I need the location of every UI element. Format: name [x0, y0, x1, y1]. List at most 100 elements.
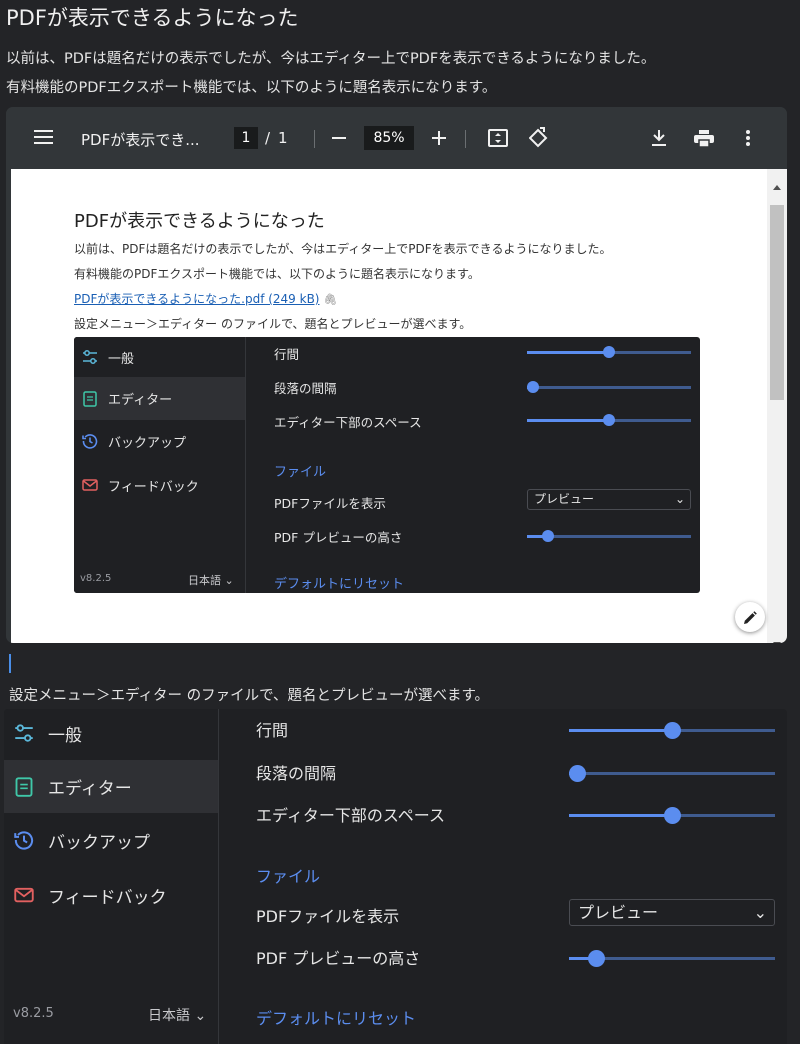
intro-line-2: 有料機能のPDFエクスポート機能では、以下のように題名表示になります。: [6, 80, 497, 96]
slider-knob[interactable]: [663, 721, 681, 739]
paragraph-spacing-slider[interactable]: [527, 381, 691, 393]
slider-knob[interactable]: [569, 764, 586, 782]
chevron-down-icon: ⌄: [190, 1008, 207, 1024]
pdf-viewer: PDFが表示でき... 1 / 1 85% PDFが表示できるようになった 以前…: [6, 107, 787, 643]
setting-line-spacing-label: 行間: [274, 347, 300, 362]
slider-track[interactable]: [527, 385, 691, 389]
slider-knob[interactable]: [603, 414, 615, 426]
zoom-level-input[interactable]: 85%: [364, 126, 414, 150]
reset-defaults-link[interactable]: デフォルトにリセット: [274, 573, 404, 592]
scrollbar-thumb[interactable]: [770, 205, 784, 400]
show-pdf-select[interactable]: プレビュー ⌄: [527, 489, 691, 510]
pdf-toolbar: PDFが表示でき... 1 / 1 85%: [6, 107, 787, 169]
slider-track[interactable]: [569, 771, 775, 775]
bottom-space-slider[interactable]: [569, 806, 775, 824]
slider-knob[interactable]: [663, 806, 681, 824]
caption-text: 設定メニュー＞エディター のファイルで、題名とプレビューが選べます。: [9, 688, 490, 704]
setting-paragraph-spacing-label: 段落の間隔: [256, 764, 337, 783]
line-spacing-slider[interactable]: [527, 346, 691, 358]
version-label: v8.2.5: [80, 573, 112, 584]
sidebar-item-backup[interactable]: バックアップ: [4, 818, 218, 862]
scroll-down-icon[interactable]: [773, 632, 781, 643]
pdf-page-line-2: 有料機能のPDFエクスポート機能では、以下のように題名表示になります。: [74, 267, 480, 281]
scroll-up-icon[interactable]: [773, 175, 781, 194]
language-selector[interactable]: 日本語 ⌄: [148, 1005, 206, 1025]
sidebar-item-general[interactable]: 一般: [4, 711, 218, 755]
setting-paragraph-spacing-label: 段落の間隔: [274, 381, 337, 396]
sidebar-item-label: エディター: [48, 779, 132, 799]
zoom-out-icon[interactable]: [332, 137, 346, 140]
pencil-icon: [743, 610, 757, 629]
sidebar-item-label: エディター: [108, 393, 173, 408]
preview-height-slider[interactable]: [569, 949, 775, 967]
slider-fill: [569, 813, 672, 817]
toolbar-divider: [465, 130, 466, 148]
slider-knob[interactable]: [603, 346, 615, 358]
setting-bottom-space-label: エディター下部のスペース: [274, 415, 422, 430]
language-selector[interactable]: 日本語 ⌄: [188, 572, 234, 588]
sidebar-item-label: 一般: [108, 351, 135, 367]
pdf-attachment-row: PDFが表示できるようになった.pdf (249 kB) 🖇: [74, 290, 337, 307]
chevron-down-icon: ⌄: [221, 574, 234, 587]
pdf-page-heading: PDFが表示できるようになった: [74, 211, 325, 232]
slider-fill: [527, 418, 609, 422]
paragraph-spacing-slider[interactable]: [569, 764, 775, 782]
setting-show-pdf-label: PDFファイルを表示: [256, 907, 400, 926]
zoom-in-icon[interactable]: [432, 131, 446, 145]
pdf-page-line-3: 設定メニュー＞エディター のファイルで、題名とプレビューが選べます。: [74, 317, 472, 331]
slider-knob[interactable]: [527, 381, 539, 393]
menu-icon[interactable]: [34, 128, 54, 146]
rotate-icon[interactable]: [529, 127, 549, 149]
mail-icon: [14, 885, 34, 905]
settings-sidebar: 一般 エディター バックアップ フィードバック v8.2.5 日本語 ⌄: [4, 709, 219, 1044]
page-total: 1: [278, 129, 288, 147]
slider-knob[interactable]: [587, 949, 605, 967]
sidebar-item-backup[interactable]: バックアップ: [74, 423, 245, 459]
fit-page-icon[interactable]: [488, 129, 508, 147]
sidebar-item-editor[interactable]: エディター: [4, 760, 218, 813]
setting-preview-height-label: PDF プレビューの高さ: [274, 530, 403, 545]
download-icon[interactable]: [651, 129, 667, 147]
history-icon: [82, 433, 98, 449]
pdf-page-line-1: 以前は、PDFは題名だけの表示でしたが、今はエディター上でPDFを表示できるよう…: [74, 242, 612, 256]
intro-line-1: 以前は、PDFは題名だけの表示でしたが、今はエディター上でPDFを表示できるよう…: [6, 51, 656, 67]
pdf-page: PDFが表示できるようになった 以前は、PDFは題名だけの表示でしたが、今はエデ…: [11, 169, 767, 643]
version-label: v8.2.5: [13, 1006, 54, 1021]
slider-fill: [569, 728, 672, 732]
chevron-down-icon: ⌄: [674, 492, 685, 506]
sidebar-item-feedback[interactable]: フィードバック: [74, 467, 245, 503]
sliders-icon: [82, 349, 98, 365]
more-icon[interactable]: [746, 129, 750, 147]
text-cursor: [9, 654, 11, 673]
pdf-scrollbar[interactable]: [767, 169, 787, 643]
show-pdf-select[interactable]: プレビュー ⌄: [569, 899, 775, 926]
sidebar-item-label: バックアップ: [48, 832, 150, 853]
mail-icon: [82, 477, 98, 493]
setting-preview-height-label: PDF プレビューの高さ: [256, 949, 421, 968]
section-file-heading: ファイル: [274, 465, 327, 480]
edit-fab-button[interactable]: [735, 602, 765, 632]
reset-defaults-link[interactable]: デフォルトにリセット: [256, 1005, 416, 1029]
sidebar-item-feedback[interactable]: フィードバック: [4, 873, 218, 917]
pdf-settings-screenshot: 一般 エディター バックアップ フィードバック v8.2.5 日本語 ⌄ 行間 …: [74, 337, 700, 593]
page-heading: PDFが表示できるようになった: [6, 6, 299, 30]
sidebar-item-general[interactable]: 一般: [74, 339, 245, 375]
history-icon: [14, 830, 34, 850]
slider-fill: [527, 350, 609, 354]
page-number-input[interactable]: 1: [234, 127, 258, 149]
sidebar-item-label: 一般: [48, 725, 82, 746]
settings-sidebar: 一般 エディター バックアップ フィードバック v8.2.5 日本語 ⌄: [74, 337, 246, 593]
sidebar-item-editor[interactable]: エディター: [74, 377, 245, 420]
preview-height-slider[interactable]: [527, 530, 691, 542]
slider-knob[interactable]: [542, 530, 555, 542]
document-icon: [14, 776, 34, 797]
bottom-space-slider[interactable]: [527, 414, 691, 426]
toolbar-divider: [314, 130, 315, 148]
sidebar-item-label: フィードバック: [48, 887, 167, 908]
pdf-attachment-link[interactable]: PDFが表示できるようになった.pdf (249 kB): [74, 292, 320, 306]
print-icon[interactable]: [694, 130, 714, 147]
settings-screenshot: 一般 エディター バックアップ フィードバック v8.2.5 日本語 ⌄ 行間 …: [4, 709, 787, 1044]
sliders-icon: [14, 723, 34, 743]
line-spacing-slider[interactable]: [569, 721, 775, 739]
sidebar-item-label: バックアップ: [108, 435, 187, 451]
